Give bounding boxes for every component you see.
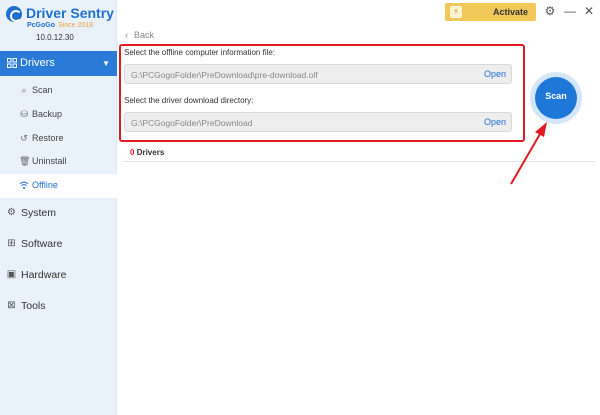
backup-icon: ⛁ [20,109,28,119]
tools-icon: ⊠ [7,300,16,311]
sidebar: Driver Sentry PcGoGo Since 2018 10.0.12.3… [0,0,117,415]
scan-button[interactable]: Scan [535,77,577,119]
sidebar-item-hardware[interactable]: ▣ Hardware [0,263,117,287]
app-version: 10.0.12.30 [36,33,74,42]
sidebar-item-system[interactable]: ⚙ System [0,201,117,225]
sidebar-item-restore[interactable]: ↺ Restore [0,127,117,151]
download-dir-label: Select the driver download directory: [124,96,254,105]
info-file-field[interactable]: G:\PCGogoFolder\PreDownload\pre-download… [124,64,512,84]
drivers-count: 0 Drivers [130,148,164,157]
app-logo-icon [6,6,22,22]
sidebar-item-label: Offline [32,180,58,190]
sidebar-item-backup[interactable]: ⛁ Backup [0,103,117,127]
chevron-down-icon: ▼ [102,59,110,68]
app-name: Driver Sentry [26,5,114,21]
back-button[interactable]: ‹ Back [125,30,154,40]
trash-icon: 🗑 [19,156,31,166]
gear-icon[interactable]: ⚙ [543,4,557,18]
info-file-path: G:\PCGogoFolder\PreDownload\pre-download… [131,70,318,80]
download-dir-field[interactable]: G:\PCGogoFolder\PreDownload Open [124,112,512,132]
activate-button[interactable]: ⚡ Activate [445,3,536,21]
back-label: Back [134,30,155,40]
drivers-count-suffix: Drivers [136,148,165,157]
info-file-label: Select the offline computer information … [124,48,276,57]
brand: Driver Sentry PcGoGo Since 2018 10.0.12.3… [0,0,117,46]
company-name: PcGoGo [27,22,56,29]
sidebar-item-label: Scan [32,85,53,95]
drivers-count-number: 0 [130,148,135,157]
activate-label: Activate [493,7,529,17]
sidebar-item-label: Software [21,238,63,250]
chevron-left-icon: ‹ [125,30,128,40]
chip-icon: ▣ [6,269,17,280]
sidebar-item-tools[interactable]: ⊠ Tools [0,294,117,318]
sidebar-item-label: System [21,207,57,219]
since-label: Since 2018 [58,22,94,29]
sidebar-item-software[interactable]: ⊞ Software [0,232,117,256]
sidebar-item-label: Restore [32,133,64,143]
sidebar-item-label: Drivers [20,57,55,69]
annotation-arrow-icon [510,122,547,185]
download-dir-path: G:\PCGogoFolder\PreDownload [131,118,253,128]
download-dir-open-button[interactable]: Open [484,117,506,127]
close-icon[interactable]: ✕ [582,4,596,18]
search-icon: ⌕ [21,85,27,95]
sidebar-item-label: Tools [21,300,46,312]
activate-icon: ⚡ [450,6,462,18]
software-icon: ⊞ [7,238,16,249]
sidebar-item-scan[interactable]: ⌕ Scan [0,79,117,103]
sidebar-item-offline[interactable]: Offline [0,174,117,198]
drivers-icon [7,58,17,68]
scan-label: Scan [545,91,567,101]
sidebar-item-label: Hardware [21,269,67,281]
minimize-icon[interactable]: — [563,4,577,18]
info-file-open-button[interactable]: Open [484,69,506,79]
sidebar-item-drivers[interactable]: Drivers ▼ [0,51,117,76]
gear-icon: ⚙ [7,207,16,218]
brand-subtitle: PcGoGo Since 2018 [27,22,93,29]
sidebar-item-uninstall[interactable]: 🗑 Uninstall [0,150,117,174]
restore-icon: ↺ [20,133,28,143]
sidebar-item-label: Uninstall [32,156,67,166]
wifi-icon [19,180,29,190]
sidebar-item-label: Backup [32,109,63,119]
